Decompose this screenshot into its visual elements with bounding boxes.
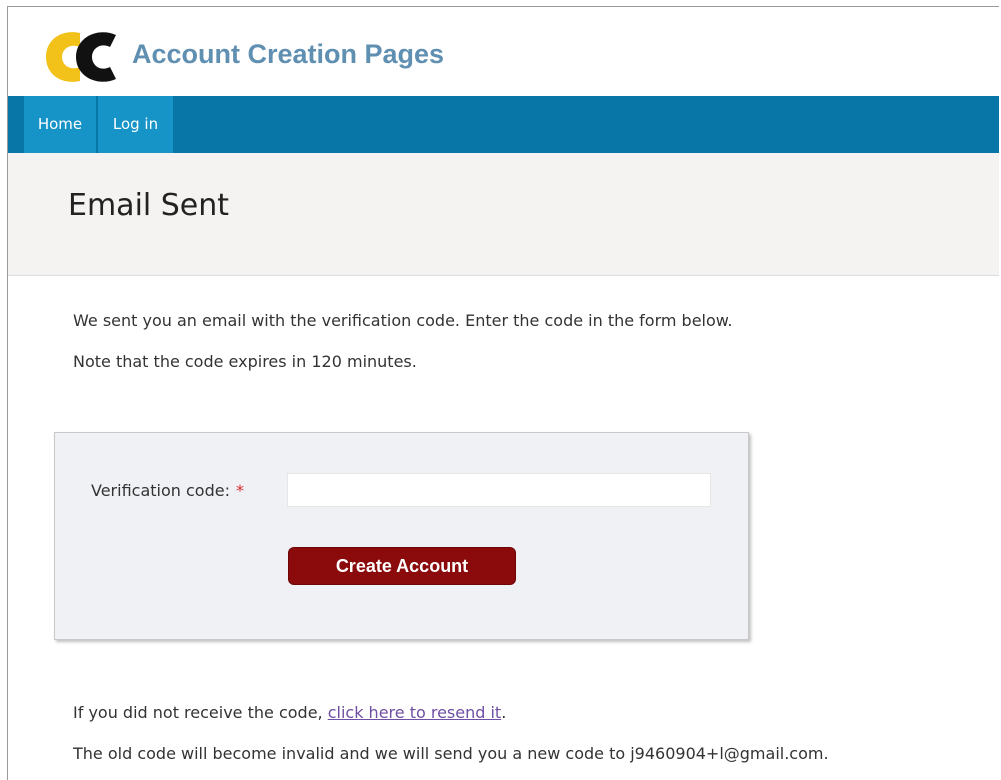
ec-logo-icon xyxy=(46,32,116,82)
nav-login-link[interactable]: Log in xyxy=(98,96,173,153)
resend-code-link[interactable]: click here to resend it xyxy=(328,703,501,722)
create-account-button[interactable]: Create Account xyxy=(288,547,516,585)
nav-home-link[interactable]: Home xyxy=(24,96,96,153)
verification-form: Verification code: * Create Account xyxy=(54,432,749,640)
invalid-code-notice: The old code will become invalid and we … xyxy=(73,744,829,763)
intro-text: We sent you an email with the verificati… xyxy=(73,311,733,330)
resend-text: If you did not receive the code, click h… xyxy=(73,703,506,722)
browser-page: Account Creation Pages Home Log in Email… xyxy=(7,6,999,780)
site-header: Account Creation Pages xyxy=(8,7,999,96)
verification-code-label-text: Verification code: xyxy=(91,481,230,500)
verification-code-label: Verification code: * xyxy=(91,481,244,500)
resend-prefix: If you did not receive the code, xyxy=(73,703,328,722)
main-nav: Home Log in xyxy=(8,96,999,153)
resend-suffix: . xyxy=(501,703,507,722)
page-title: Email Sent xyxy=(68,188,230,223)
title-band: Email Sent xyxy=(8,153,999,276)
expiry-note: Note that the code expires in 120 minute… xyxy=(73,352,417,371)
verification-code-input[interactable] xyxy=(287,473,711,507)
required-mark: * xyxy=(235,481,244,500)
site-title: Account Creation Pages xyxy=(132,39,445,69)
